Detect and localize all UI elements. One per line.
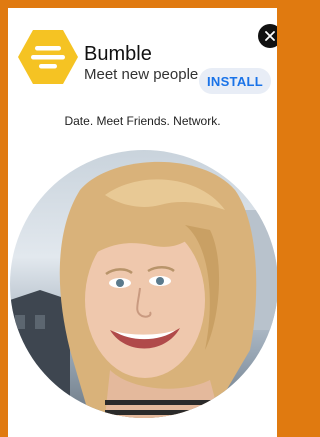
app-subtitle: Meet new people [84, 66, 199, 83]
app-name: Bumble [84, 43, 152, 65]
tagline: Date. Meet Friends. Network. [64, 114, 221, 128]
hero-photo[interactable] [8, 148, 277, 423]
close-icon [265, 31, 275, 41]
bumble-logo [18, 30, 78, 84]
portrait-image [10, 161, 277, 418]
photo-circle [10, 150, 277, 418]
background-building [10, 290, 70, 418]
close-button[interactable] [258, 24, 277, 48]
install-button[interactable]: INSTALL [199, 68, 271, 94]
ad-card[interactable]: Bumble Meet new people INSTALL Date. Mee… [8, 8, 277, 437]
